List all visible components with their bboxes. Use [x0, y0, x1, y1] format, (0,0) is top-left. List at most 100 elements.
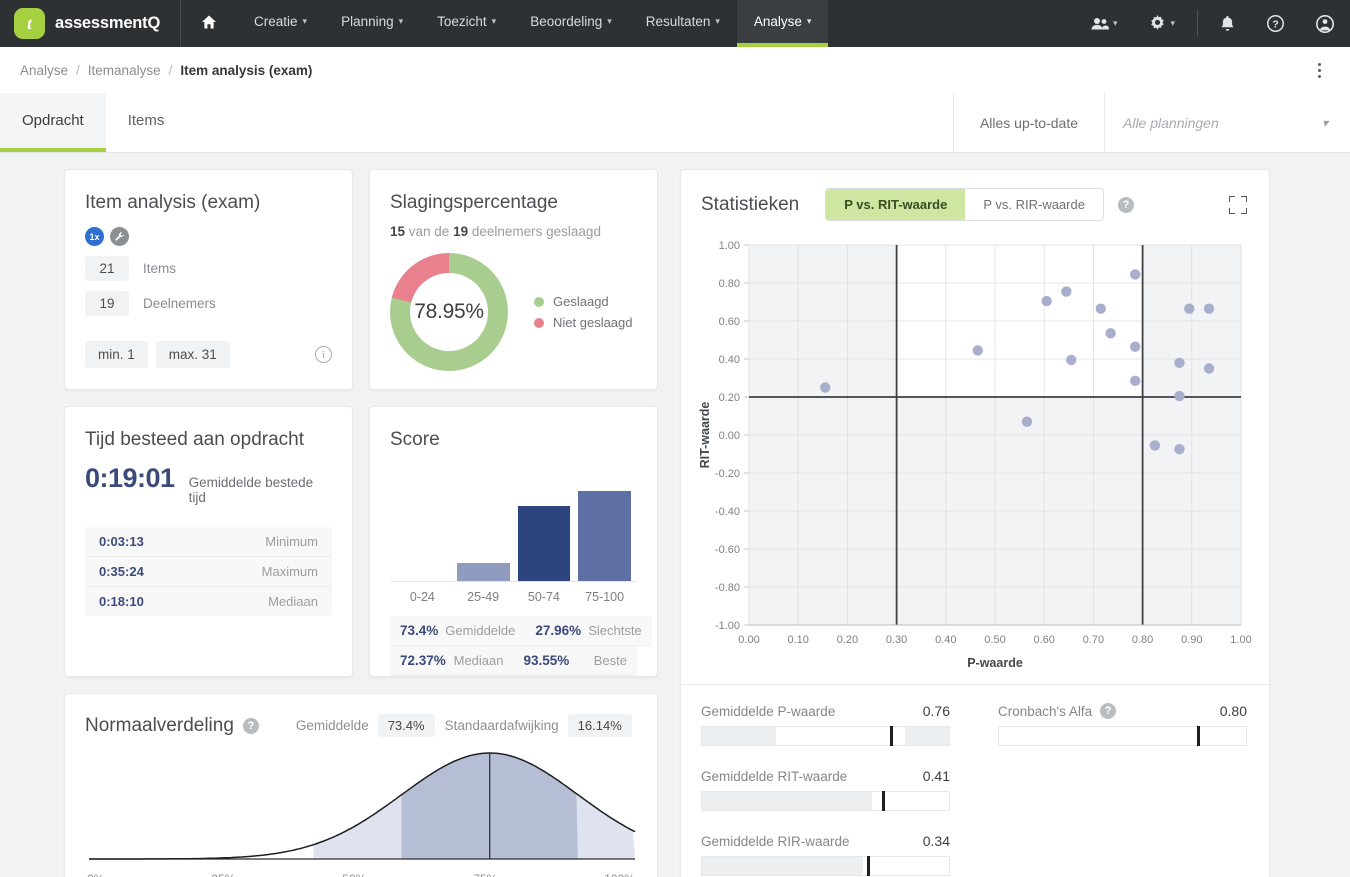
nav-item-creatie[interactable]: Creatie ▾ [237, 0, 324, 47]
metric-zone-low [702, 857, 863, 875]
normal-distribution-axis: 0% 25% 50% 75% 100% [85, 872, 637, 877]
tab-items[interactable]: Items [106, 93, 187, 152]
notifications-button[interactable] [1204, 0, 1251, 47]
normal-distribution-card: Normaalverdeling ? Gemiddelde 73.4% Stan… [64, 693, 658, 877]
breadcrumb-item-analyse[interactable]: Analyse [20, 63, 68, 78]
score-bar-column [578, 477, 631, 581]
score-best-cell: 93.55% Beste [513, 646, 637, 676]
metric-marker [882, 791, 886, 811]
settings-menu-button[interactable]: ▾ [1133, 0, 1191, 47]
chevron-down-icon: ▾ [1321, 115, 1328, 130]
page-content: Item analysis (exam) 1x 21 Items 19 Deel… [0, 153, 1350, 877]
legend-label: Geslaagd [553, 294, 609, 309]
donut-chart: 78.95% [390, 253, 508, 371]
tab-opdracht[interactable]: Opdracht [0, 93, 106, 152]
score-range-row: min. 1 max. 31 i [85, 341, 332, 368]
help-icon[interactable]: ? [1117, 196, 1134, 213]
chevron-down-icon: ▾ [806, 16, 812, 26]
toggle-p-vs-rir[interactable]: P vs. RIR-waarde [965, 189, 1103, 220]
table-row: 0:35:24 Maximum [85, 557, 332, 587]
help-button[interactable]: ? [1251, 0, 1300, 47]
metric-value: 0.41 [922, 768, 950, 784]
users-menu-button[interactable]: ▾ [1075, 0, 1134, 47]
time-median-value: 0:18:10 [99, 594, 144, 609]
metric-bar [701, 726, 950, 746]
more-options-button[interactable] [1308, 57, 1330, 83]
sd-label: Standaardafwijking [444, 718, 559, 733]
score-best-label: Beste [593, 653, 627, 668]
score-bar [456, 563, 510, 581]
score-bar-chart [390, 477, 637, 582]
tab-bar-right: Alles up-to-date Alle planningen ▾ [952, 93, 1350, 152]
chevron-down-icon: ▾ [491, 16, 497, 26]
info-icon[interactable]: i [315, 346, 332, 363]
scatter-plot-wrapper: 0.00 0.10 0.20 0.30 0.40 0.50 0.60 0.70 0.80 0.90… [681, 233, 1269, 684]
table-row: 0:18:10 Mediaan [85, 587, 332, 616]
normal-distribution-header: Normaalverdeling ? Gemiddelde 73.4% Stan… [85, 714, 637, 737]
breadcrumb-item-itemanalyse[interactable]: Itemanalyse [88, 63, 161, 78]
brand-logo-area[interactable]: t assessmentQ [0, 0, 181, 47]
expand-corner [1229, 195, 1235, 202]
normal-distribution-title: Normaalverdeling [85, 714, 234, 736]
mean-label: Gemiddelde [295, 718, 369, 733]
expand-icon[interactable] [1229, 195, 1247, 214]
participant-count-row: 19 Deelnemers [85, 291, 332, 316]
sp-data-point [1174, 444, 1185, 455]
metric-gemiddelde-rit-waarde: Gemiddelde RIT-waarde 0.41 [701, 768, 950, 811]
item-count-row: 21 Items [85, 256, 332, 281]
sp-xtick-label: 0.90 [1181, 634, 1202, 646]
score-stats-grid: 73.4% Gemiddelde 27.96% Slechtste 72.37%… [390, 616, 652, 676]
average-time-label: Gemiddelde bestede tijd [188, 475, 314, 505]
score-bar-column [396, 477, 449, 581]
nd-axis-tick: 50% [342, 872, 366, 877]
breadcrumb: Analyse / Itemanalyse / Item analysis (e… [20, 63, 312, 78]
nav-item-planning[interactable]: Planning ▾ [324, 0, 420, 47]
users-icon [1091, 17, 1109, 31]
attempts-badge: 1x [85, 227, 104, 246]
bell-icon [1220, 15, 1235, 32]
chevron-down-icon: ▾ [1112, 18, 1118, 28]
nav-divider [1197, 10, 1198, 37]
mean-value: 73.4% [377, 714, 435, 737]
help-icon[interactable]: ? [242, 717, 259, 734]
account-button[interactable] [1300, 0, 1350, 47]
sp-xaxis-title: P-waarde [967, 656, 1023, 670]
metric-zone-low [702, 727, 777, 745]
app-name: assessmentQ [55, 14, 161, 32]
nav-item-beoordeling[interactable]: Beoordeling ▾ [513, 0, 629, 47]
kebab-dot [1317, 68, 1321, 72]
score-average-label: Gemiddelde [445, 623, 516, 638]
item-analysis-badges: 1x [85, 227, 332, 246]
metric-header: Cronbach's Alfa ? 0.80 [998, 703, 1247, 719]
sp-ytick-label: -1.00 [715, 620, 740, 632]
legend-color-swatch [534, 296, 544, 307]
toggle-p-vs-rit[interactable]: P vs. RIT-waarde [826, 189, 966, 220]
pass-rate-subtitle: 15 van de 19 deelnemers geslaagd [390, 224, 637, 239]
metric-zone-low [702, 792, 873, 810]
help-icon: ? [1267, 15, 1284, 32]
max-score-pill: max. 31 [155, 341, 230, 368]
nav-item-label: Toezicht [437, 14, 487, 29]
sp-xtick-label: 0.10 [787, 634, 808, 646]
nav-item-resultaten[interactable]: Resultaten ▾ [629, 0, 737, 47]
sp-ytick-label: -0.80 [715, 582, 740, 594]
nav-item-toezicht[interactable]: Toezicht ▾ [420, 0, 513, 47]
pass-rate-card: Slagingspercentage 15 van de 19 deelneme… [369, 169, 658, 390]
sp-ytick-label: 0.00 [719, 430, 740, 442]
subtitle-mid: van de [405, 224, 454, 239]
subtitle-post: deelnemers geslaagd [468, 224, 601, 239]
sp-data-point [1130, 269, 1141, 280]
score-worst-value: 27.96% [535, 623, 582, 638]
metrics-section: Gemiddelde P-waarde 0.76 Gemiddelde RIT-… [681, 685, 1269, 877]
nav-item-analyse[interactable]: Analyse ▾ [736, 0, 829, 47]
metric-gemiddelde-rir-waarde: Gemiddelde RIR-waarde 0.34 [701, 833, 950, 876]
help-icon[interactable]: ? [1100, 703, 1117, 719]
metric-label: Gemiddelde RIT-waarde [701, 768, 848, 784]
statistics-header: Statistieken P vs. RIT-waarde P vs. RIR-… [681, 170, 1269, 233]
planning-select-value: Alle planningen [1123, 114, 1219, 131]
sp-data-point [1066, 354, 1077, 366]
planning-select[interactable]: Alle planningen ▾ [1104, 93, 1350, 152]
nav-item-label: Resultaten [645, 14, 711, 29]
statistics-title: Statistieken [701, 193, 800, 215]
nav-item-home[interactable] [181, 0, 237, 47]
